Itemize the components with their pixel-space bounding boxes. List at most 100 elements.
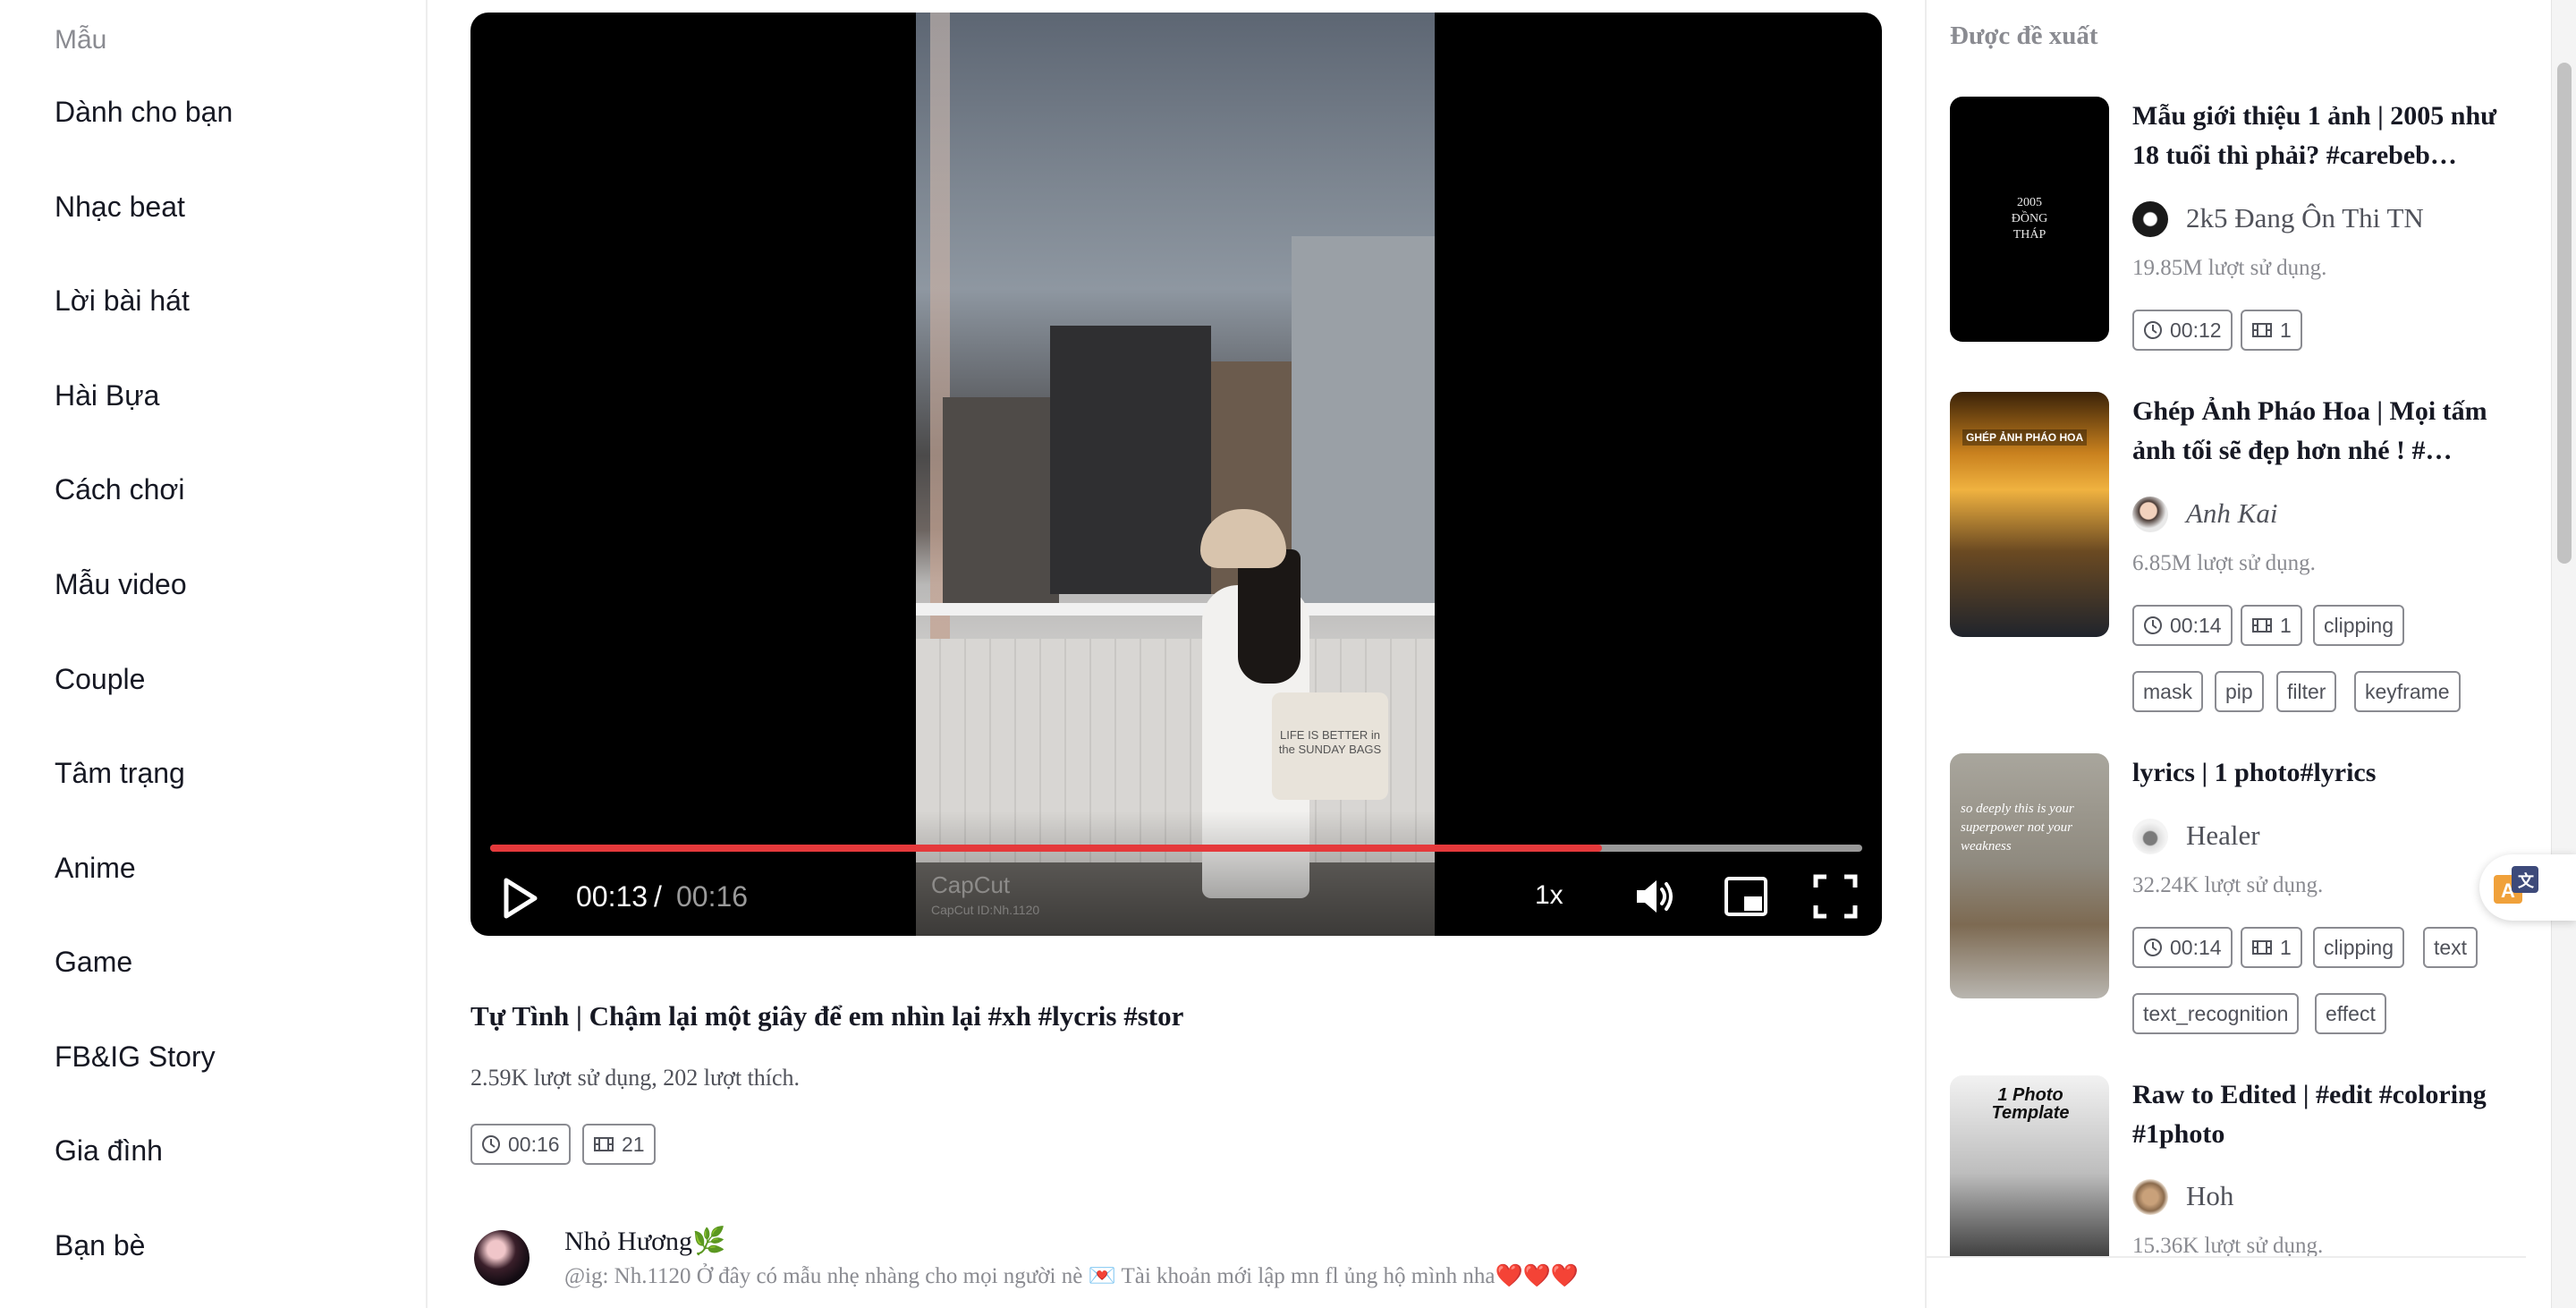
sidebar-item-for-you[interactable]: Dành cho bạn: [55, 96, 233, 129]
film-icon: [2252, 618, 2272, 633]
sidebar-item-mood[interactable]: Tâm trạng: [55, 757, 185, 790]
sidebar-item-lyrics[interactable]: Lời bài hát: [55, 285, 190, 318]
video-scene-person-hair: [1238, 549, 1301, 684]
recommended-card-title[interactable]: Ghép Ảnh Pháo Hoa | Mọi tấm ảnh tối sẽ đ…: [2132, 392, 2508, 471]
recommended-card-creator[interactable]: Hoh: [2186, 1180, 2233, 1212]
tag-chip[interactable]: clipping: [2313, 927, 2404, 968]
clip-count-badge: 1: [2241, 605, 2302, 646]
fullscreen-icon[interactable]: [1812, 873, 1859, 920]
recommended-card-creator[interactable]: Healer: [2186, 820, 2260, 852]
duration-badge: 00:14: [2132, 927, 2233, 968]
clock-icon: [2144, 939, 2162, 956]
tag-chip[interactable]: effect: [2315, 993, 2386, 1034]
clip-count-badge: 21: [582, 1124, 656, 1165]
creator-avatar: [2132, 497, 2168, 532]
clip-count-value: 21: [622, 1132, 645, 1156]
tag-chip[interactable]: filter: [2276, 671, 2337, 712]
author-description: @ig: Nh.1120 Ở đây có mẫu nhẹ nhàng cho …: [564, 1264, 1579, 1288]
scrollbar-thumb[interactable]: [2557, 63, 2572, 564]
sidebar-item-how-to[interactable]: Cách chơi: [55, 473, 184, 506]
recommended-heading: Được đề xuất: [1950, 21, 2098, 50]
duration-value: 00:14: [2170, 935, 2222, 959]
video-scene-tote-bag: LIFE IS BETTER in the SUNDAY BAGS: [1272, 692, 1388, 800]
svg-text:文: 文: [2518, 871, 2535, 890]
progress-bar[interactable]: [490, 845, 1862, 852]
duration-value: 00:12: [2170, 318, 2222, 342]
category-sidebar: Mẫu Dành cho bạn Nhạc beat Lời bài hát H…: [0, 0, 428, 1308]
recommended-card-thumbnail[interactable]: GHÉP ẢNH PHÁO HOA: [1950, 392, 2109, 637]
duration-badge: 00:14: [2132, 605, 2233, 646]
video-scene-building: [1292, 236, 1435, 612]
film-icon: [2252, 940, 2272, 955]
tag-chip[interactable]: text_recognition: [2132, 993, 2300, 1034]
template-stats: 2.59K lượt sử dụng, 202 lượt thích.: [470, 1065, 801, 1091]
recommended-card-usage: 32.24K lượt sử dụng.: [2132, 873, 2324, 897]
tag-chip[interactable]: keyframe: [2354, 671, 2461, 712]
film-icon: [2252, 323, 2272, 337]
thumbnail-text: so deeply this is your superpower not yo…: [1961, 802, 2074, 854]
recommended-card-usage: 6.85M lượt sử dụng.: [2132, 551, 2316, 575]
sidebar-item-beat-music[interactable]: Nhạc beat: [55, 191, 185, 224]
recommended-card-title[interactable]: Raw to Edited | #edit #coloring #1photo: [2132, 1075, 2508, 1154]
sidebar-item-video-templates[interactable]: Mẫu video: [55, 568, 187, 601]
capcut-watermark: CapCut: [931, 871, 1011, 898]
progress-fill: [490, 845, 1602, 852]
video-scene-railing: [916, 603, 1435, 616]
thumbnail-text: 2005 ĐỒNG THÁP: [2011, 196, 2048, 242]
page-scrollbar[interactable]: [2551, 0, 2576, 1308]
current-time: 00:13: [576, 880, 648, 913]
tag-chip[interactable]: pip: [2215, 671, 2264, 712]
recommended-card-creator[interactable]: 2k5 Đang Ôn Thi TN: [2186, 202, 2424, 234]
translate-widget[interactable]: A 文: [2479, 854, 2576, 921]
recommended-card-creator[interactable]: Anh Kai: [2186, 497, 2277, 530]
film-icon: [594, 1137, 614, 1151]
clip-count-badge: 1: [2241, 310, 2302, 351]
thumbnail-text: 1 Photo Template: [1991, 1085, 2070, 1123]
duration-value: 00:16: [508, 1132, 560, 1156]
video-frame[interactable]: LIFE IS BETTER in the SUNDAY BAGS: [916, 13, 1435, 936]
sidebar-item-friends[interactable]: Bạn bè: [55, 1229, 145, 1262]
translate-icon[interactable]: A 文: [2492, 862, 2542, 913]
sidebar-item-couple[interactable]: Couple: [55, 663, 145, 696]
duration-badge: 00:12: [2132, 310, 2233, 351]
duration-value: 00:14: [2170, 613, 2222, 637]
sidebar-item-funny[interactable]: Hài Bựa: [55, 379, 159, 412]
recommended-panel: Được đề xuất 2005 ĐỒNG THÁP Mẫu giới thi…: [1925, 0, 2526, 1308]
thumbnail-text: GHÉP ẢNH PHÁO HOA: [1962, 429, 2088, 446]
playback-speed-button[interactable]: 1x: [1535, 880, 1563, 911]
recommended-card-usage: 19.85M lượt sử dụng.: [2132, 256, 2327, 280]
recommended-card-title[interactable]: Mẫu giới thiệu 1 ảnh | 2005 như 18 tuổi …: [2132, 97, 2508, 175]
recommended-card-thumbnail[interactable]: 2005 ĐỒNG THÁP: [1950, 97, 2109, 342]
clip-count-value: 1: [2280, 613, 2292, 637]
sidebar-heading: Mẫu: [55, 25, 107, 55]
volume-icon[interactable]: [1631, 873, 1678, 920]
author-avatar[interactable]: [474, 1230, 530, 1286]
clip-count-badge: 1: [2241, 927, 2302, 968]
play-icon[interactable]: [503, 877, 538, 920]
recommended-card-title[interactable]: lyrics | 1 photo#lyrics: [2132, 753, 2508, 793]
clock-icon: [2144, 616, 2162, 634]
recommended-card-thumbnail[interactable]: so deeply this is your superpower not yo…: [1950, 753, 2109, 998]
picture-in-picture-icon[interactable]: [1723, 873, 1769, 920]
clip-count-value: 1: [2280, 318, 2292, 342]
time-separator: /: [654, 880, 662, 913]
tag-chip[interactable]: mask: [2132, 671, 2203, 712]
capcut-watermark-id: CapCut ID:Nh.1120: [931, 903, 1040, 917]
video-player[interactable]: LIFE IS BETTER in the SUNDAY BAGS 00:13 …: [470, 13, 1882, 936]
creator-avatar: [2132, 819, 2168, 854]
sidebar-item-anime[interactable]: Anime: [55, 852, 136, 885]
template-title: Tự Tình | Chậm lại một giây để em nhìn l…: [470, 1000, 1184, 1032]
author-name[interactable]: Nhỏ Hương🌿: [564, 1226, 725, 1257]
total-time: 00:16: [676, 880, 749, 913]
recommended-card-usage: 15.36K lượt sử dụng.: [2132, 1234, 2324, 1258]
tag-chip[interactable]: text: [2423, 927, 2479, 968]
sidebar-item-game[interactable]: Game: [55, 946, 132, 979]
video-scene-building: [1050, 326, 1211, 594]
tag-chip[interactable]: clipping: [2313, 605, 2404, 646]
clock-icon: [2144, 321, 2162, 339]
creator-avatar: [2132, 201, 2168, 237]
sidebar-item-family[interactable]: Gia đình: [55, 1134, 163, 1168]
recommended-panel-footer: [1927, 1256, 2526, 1308]
video-scene-building: [943, 397, 1059, 603]
sidebar-item-fb-ig-story[interactable]: FB&IG Story: [55, 1040, 216, 1074]
